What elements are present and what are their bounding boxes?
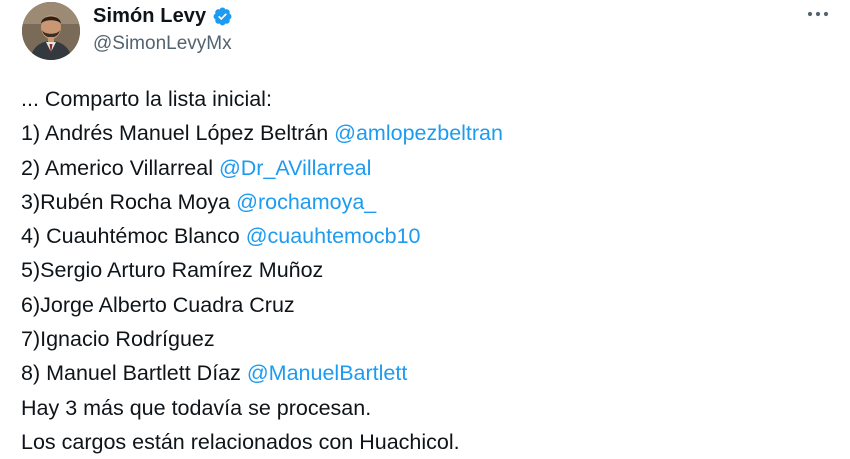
line-text: 3)Rubén Rocha Moya bbox=[21, 189, 237, 214]
mention-link[interactable]: @Dr_AVillarreal bbox=[219, 156, 371, 180]
line-text: 2) Americo Villarreal bbox=[21, 155, 219, 180]
tweet-line: 6)Jorge Alberto Cuadra Cruz bbox=[21, 288, 831, 322]
line-text: Hay 3 más que todavía se procesan. bbox=[21, 395, 372, 420]
author-name-row: Simón Levy bbox=[93, 4, 233, 28]
avatar[interactable] bbox=[22, 2, 80, 60]
verified-badge-icon bbox=[212, 6, 233, 27]
line-text: 1) Andrés Manuel López Beltrán bbox=[21, 121, 335, 146]
tweet-line: 3)Rubén Rocha Moya @rochamoya_ bbox=[21, 185, 831, 219]
line-text: ... Comparto la lista inicial: bbox=[21, 87, 272, 111]
line-text: 7)Ignacio Rodríguez bbox=[21, 327, 215, 352]
more-options-icon[interactable] bbox=[804, 4, 832, 24]
author-handle[interactable]: @SimonLevyMx bbox=[93, 33, 232, 55]
mention-link[interactable]: @amlopezbeltran bbox=[334, 121, 503, 145]
author-display-name[interactable]: Simón Levy bbox=[93, 5, 206, 28]
line-text: 8) Manuel Bartlett Díaz bbox=[21, 361, 247, 386]
mention-link[interactable]: @ManuelBartlett bbox=[247, 361, 407, 385]
line-text: 4) Cuauhtémoc Blanco bbox=[21, 224, 246, 249]
tweet-line: ... Comparto la lista inicial: bbox=[21, 82, 831, 116]
tweet-line: 1) Andrés Manuel López Beltrán @amlopezb… bbox=[21, 116, 831, 150]
tweet-line: Hay 3 más que todavía se procesan. bbox=[21, 391, 831, 425]
tweet-line: 7)Ignacio Rodríguez bbox=[21, 322, 831, 356]
tweet-header: Simón Levy @SimonLevyMx bbox=[0, 0, 850, 70]
tweet-line: 5)Sergio Arturo Ramírez Muñoz bbox=[21, 253, 831, 287]
avatar-image bbox=[22, 2, 80, 60]
tweet-text: ... Comparto la lista inicial: 1) Andrés… bbox=[21, 82, 831, 459]
line-text: Los cargos están relacionados con Huachi… bbox=[21, 429, 460, 454]
tweet-line: Los cargos están relacionados con Huachi… bbox=[21, 425, 831, 459]
tweet-line: 2) Americo Villarreal @Dr_AVillarreal bbox=[21, 151, 831, 185]
mention-link[interactable]: @cuauhtemocb10 bbox=[246, 224, 421, 248]
mention-link[interactable]: @rochamoya_ bbox=[236, 190, 376, 214]
tweet-line: 8) Manuel Bartlett Díaz @ManuelBartlett bbox=[21, 356, 831, 390]
line-text: 5)Sergio Arturo Ramírez Muñoz bbox=[21, 258, 324, 283]
line-text: 6)Jorge Alberto Cuadra Cruz bbox=[21, 292, 295, 317]
tweet-line: 4) Cuauhtémoc Blanco @cuauhtemocb10 bbox=[21, 219, 831, 253]
